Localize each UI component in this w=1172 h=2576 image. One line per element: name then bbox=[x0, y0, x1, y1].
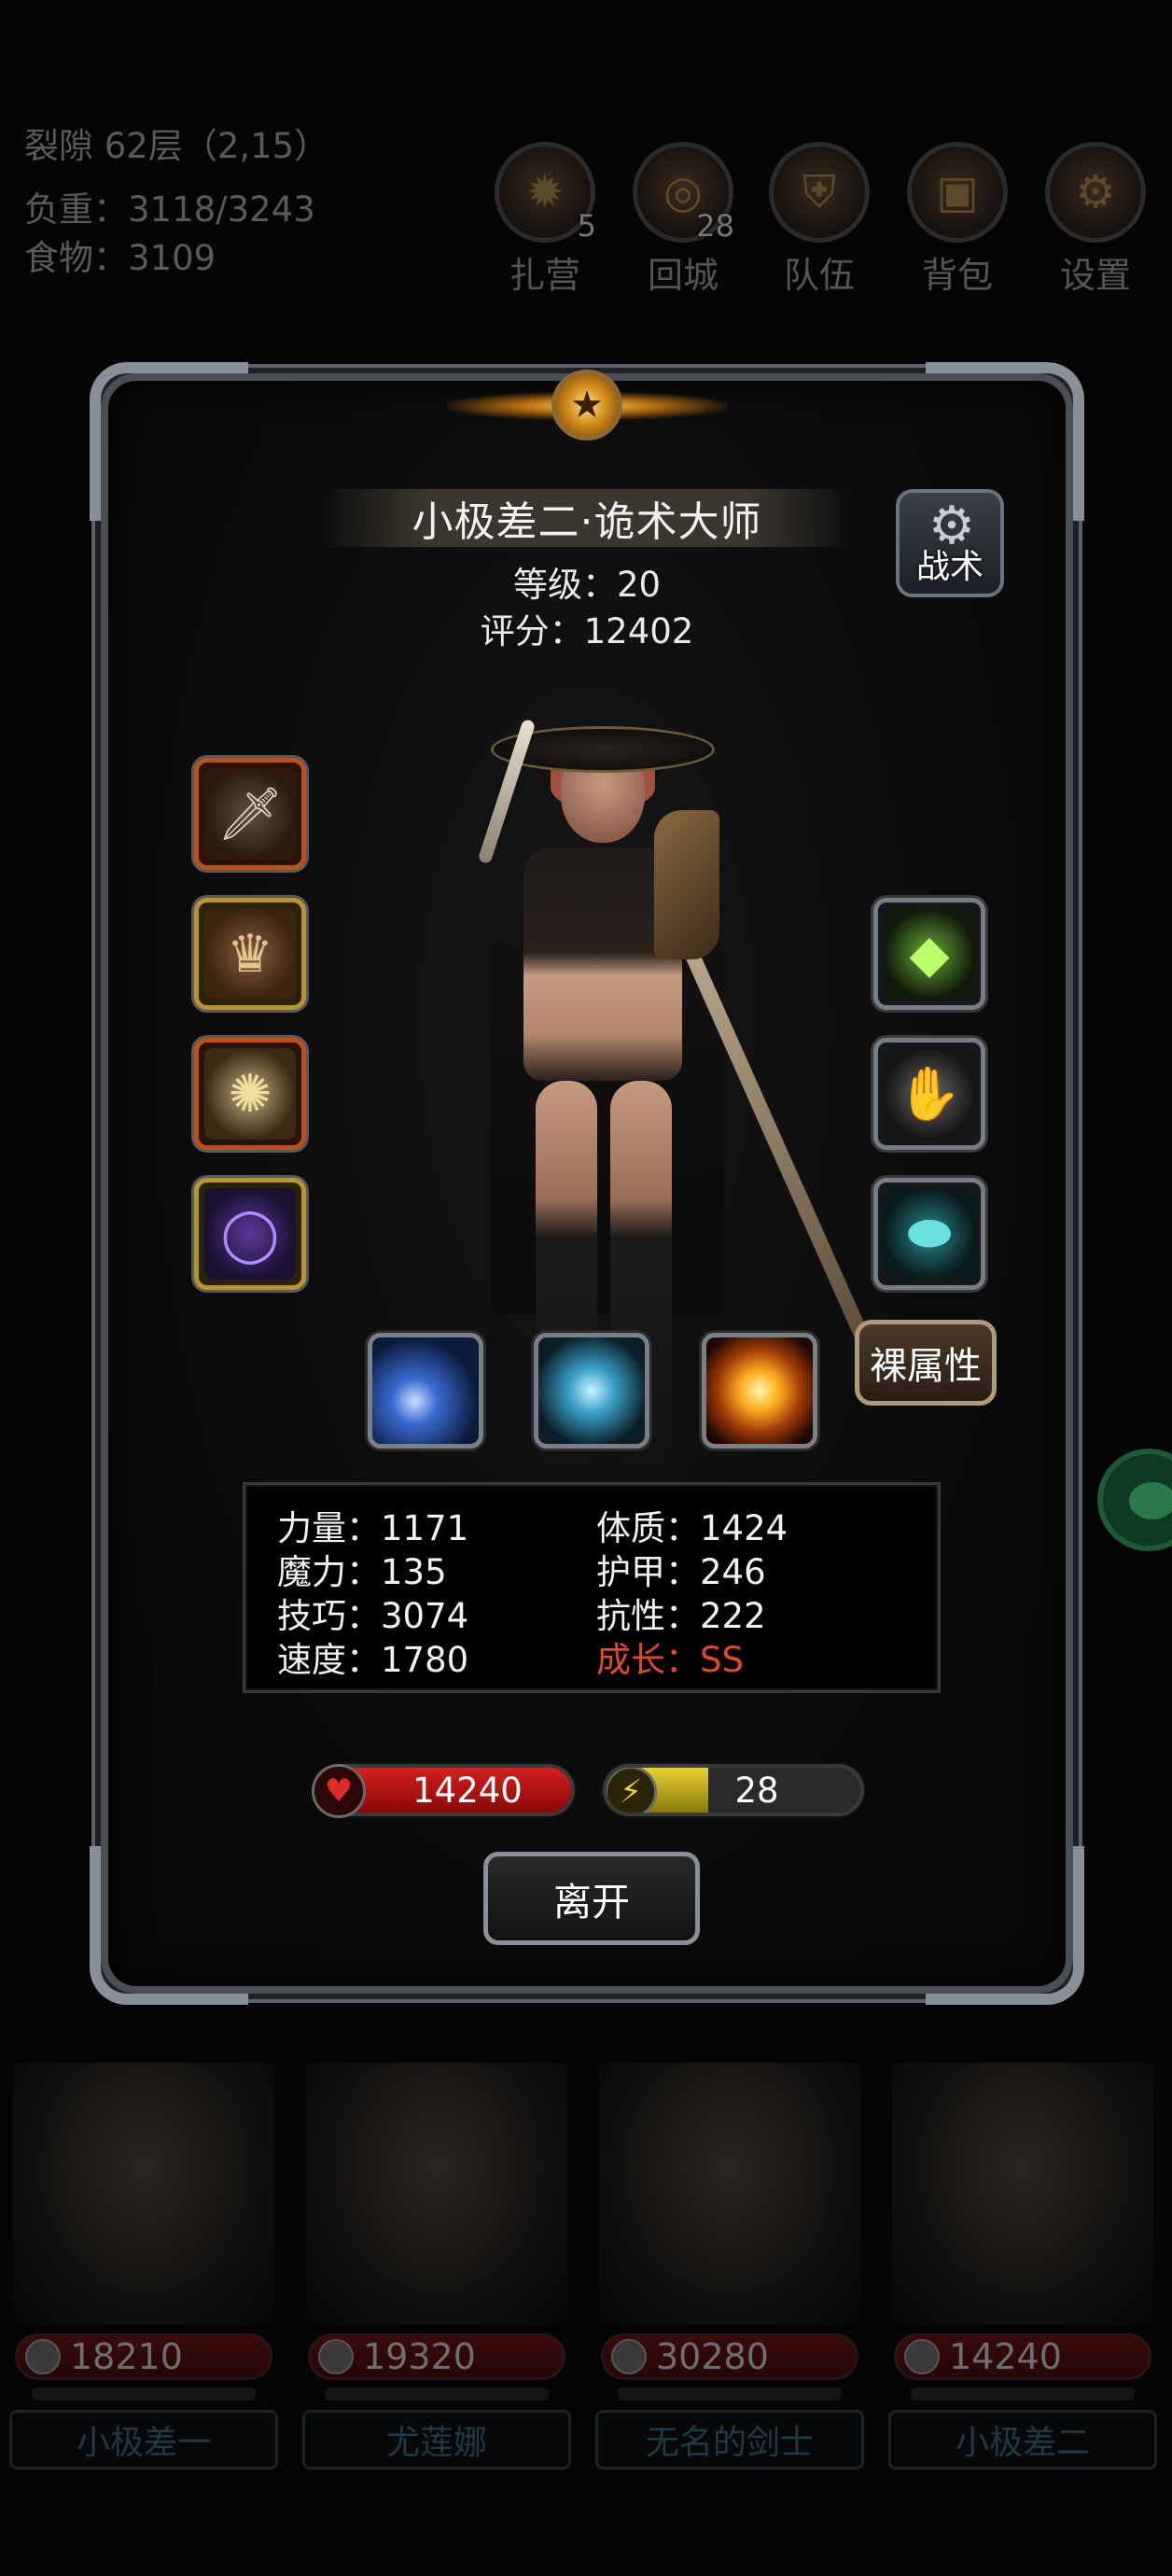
weight-text: 负重：3118/3243 bbox=[24, 189, 315, 230]
frame-corner bbox=[90, 362, 248, 521]
stone-icon: ⬬ bbox=[884, 1188, 975, 1280]
return-town-label: 回城 bbox=[647, 255, 719, 296]
food-text: 食物：3109 bbox=[24, 238, 216, 278]
energy-value: 28 bbox=[734, 1770, 779, 1811]
ring-icon: ◯ bbox=[204, 1188, 296, 1280]
camp-button[interactable]: ✹ 5 扎营 bbox=[491, 142, 599, 298]
tactics-label: 战术 bbox=[915, 548, 984, 586]
party-hp-bar: 18210 bbox=[15, 2333, 272, 2380]
party-name: 尤莲娜 bbox=[302, 2410, 571, 2470]
party-portrait bbox=[892, 2063, 1153, 2324]
character-panel: ★ 小极差二·诡术大师 等级：20 评分：12402 ⚙ 战术 🗡 ♛ ✺ ◯ … bbox=[90, 362, 1084, 2005]
backpack-label: 背包 bbox=[921, 255, 993, 296]
party-energy-bar bbox=[325, 2387, 549, 2401]
tactics-button[interactable]: ⚙ 战术 bbox=[896, 489, 1004, 597]
return-town-badge: 28 bbox=[696, 208, 734, 244]
party-energy-bar bbox=[911, 2387, 1135, 2401]
stat-speed: 速度：1780 bbox=[277, 1640, 469, 1680]
heart-icon: ♥ bbox=[312, 1764, 366, 1818]
party-energy-bar bbox=[32, 2387, 256, 2401]
skill-slot-3[interactable] bbox=[702, 1333, 817, 1449]
hp-icon bbox=[318, 2339, 354, 2374]
backpack-button[interactable]: ▣ 背包 bbox=[903, 142, 1012, 298]
party-name: 小极差一 bbox=[9, 2410, 278, 2470]
crystal-icon: ◆ bbox=[884, 908, 975, 1000]
equip-slot-amulet[interactable]: ✺ bbox=[194, 1038, 306, 1150]
gear-icon: ⚙ bbox=[1075, 166, 1116, 218]
location-text: 裂隙 62层（2,15） bbox=[24, 126, 329, 166]
equip-slot-gauntlet[interactable]: ✋ bbox=[873, 1038, 985, 1150]
camp-badge: 5 bbox=[577, 208, 596, 244]
equip-slot-stone[interactable]: ⬬ bbox=[873, 1178, 985, 1290]
party-portrait bbox=[599, 2063, 860, 2324]
blade-icon: 🗡 bbox=[204, 768, 296, 860]
equip-slot-crystal[interactable]: ◆ bbox=[873, 898, 985, 1010]
hp-icon bbox=[904, 2339, 940, 2374]
skill-slot-2[interactable] bbox=[534, 1333, 649, 1449]
frame-corner bbox=[926, 1846, 1084, 2005]
party-name: 无名的剑士 bbox=[595, 2410, 864, 2470]
team-button[interactable]: ⛨ 队伍 bbox=[765, 142, 873, 298]
star-emblem-icon: ★ bbox=[551, 370, 622, 441]
stat-skill: 技巧：3074 bbox=[277, 1596, 469, 1636]
settings-button[interactable]: ⚙ 设置 bbox=[1041, 142, 1150, 298]
hp-bar: ♥ 14240 bbox=[312, 1764, 575, 1818]
equip-slot-weapon[interactable]: 🗡 bbox=[194, 758, 306, 870]
party-portrait bbox=[306, 2063, 567, 2324]
party-hp-bar: 30280 bbox=[601, 2333, 858, 2380]
party-member-1[interactable]: 18210 小极差一 bbox=[4, 2063, 284, 2470]
frame-corner bbox=[90, 1846, 248, 2005]
gauntlet-icon: ✋ bbox=[884, 1048, 975, 1140]
energy-bar: ⚡ 28 bbox=[603, 1764, 864, 1816]
lightning-icon: ⚡ bbox=[607, 1768, 657, 1813]
party-portrait bbox=[13, 2063, 274, 2324]
party-energy-bar bbox=[618, 2387, 842, 2401]
party-hp-bar: 19320 bbox=[308, 2333, 565, 2380]
naked-stats-button[interactable]: 裸属性 bbox=[855, 1320, 997, 1406]
stat-magic: 魔力：135 bbox=[277, 1552, 447, 1592]
panel-emblem: ★ bbox=[447, 353, 727, 465]
amulet-icon: ✺ bbox=[204, 1048, 296, 1140]
shield-icon: ⛨ bbox=[802, 165, 836, 218]
camp-label: 扎营 bbox=[509, 255, 580, 296]
leave-button[interactable]: 离开 bbox=[483, 1852, 700, 1945]
equip-slot-ring[interactable]: ◯ bbox=[194, 1178, 306, 1290]
hp-icon bbox=[25, 2339, 61, 2374]
party-member-3[interactable]: 30280 无名的剑士 bbox=[590, 2063, 870, 2470]
settings-label: 设置 bbox=[1059, 255, 1131, 296]
chest-icon: ▣ bbox=[936, 166, 979, 218]
naked-stats-label: 裸属性 bbox=[870, 1345, 982, 1388]
party-hp-bar: 14240 bbox=[894, 2333, 1151, 2380]
team-label: 队伍 bbox=[783, 255, 855, 296]
character-score: 评分：12402 bbox=[480, 611, 694, 651]
party-member-2[interactable]: 19320 尤莲娜 bbox=[297, 2063, 577, 2470]
return-town-button[interactable]: ◎ 28 回城 bbox=[629, 142, 737, 298]
stat-resistance: 抗性：222 bbox=[596, 1596, 766, 1636]
equip-slot-helm[interactable]: ♛ bbox=[194, 898, 306, 1010]
chat-bubble-icon bbox=[1129, 1482, 1172, 1519]
hp-value: 14240 bbox=[412, 1770, 523, 1811]
stat-armor: 护甲：246 bbox=[596, 1552, 766, 1592]
stats-panel: 力量：1171 体质：1424 魔力：135 护甲：246 技巧：3074 抗性… bbox=[243, 1482, 941, 1693]
character-title-bar: 小极差二·诡术大师 bbox=[321, 489, 853, 547]
skill-slot-1[interactable] bbox=[368, 1333, 483, 1449]
helmet-icon: ♛ bbox=[204, 908, 296, 1000]
stat-strength: 力量：1171 bbox=[277, 1508, 469, 1548]
stat-growth: 成长：SS bbox=[596, 1640, 744, 1680]
party-member-4[interactable]: 14240 小极差二 bbox=[883, 2063, 1163, 2470]
party-name: 小极差二 bbox=[888, 2410, 1157, 2470]
hp-icon bbox=[611, 2339, 647, 2374]
leave-label: 离开 bbox=[553, 1880, 630, 1925]
stat-constitution: 体质：1424 bbox=[596, 1508, 788, 1548]
character-name: 小极差二·诡术大师 bbox=[412, 498, 762, 546]
